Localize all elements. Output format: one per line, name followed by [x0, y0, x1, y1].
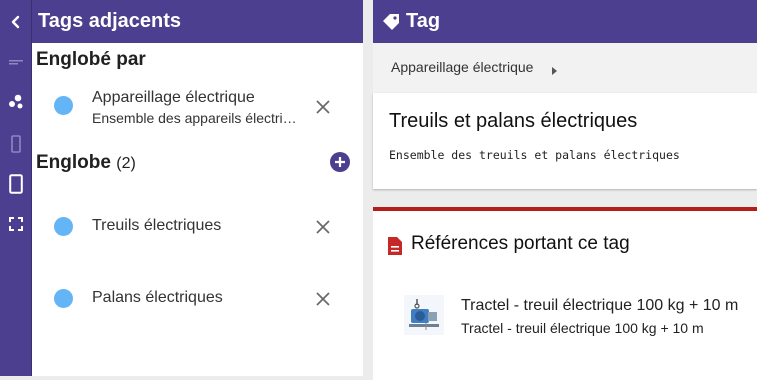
includes-count: (2) — [116, 155, 136, 172]
tag-dot-icon — [54, 289, 73, 308]
tag-icon — [381, 12, 401, 37]
close-icon[interactable] — [313, 217, 333, 237]
plus-circle-icon — [330, 152, 350, 172]
breadcrumb: Appareillage électrique — [373, 43, 757, 93]
tag-dot-icon — [54, 217, 73, 236]
chevron-right-icon — [551, 63, 559, 81]
includes-title-text: Englobe — [36, 152, 111, 173]
references-card: Références portant ce tag Tractel - treu… — [373, 207, 757, 380]
child-tag-name[interactable]: Palans électriques — [92, 289, 223, 307]
bubbles-icon[interactable] — [0, 92, 31, 112]
tag-card: Treuils et palans électriques Ensemble d… — [373, 93, 757, 189]
tag-name: Treuils et palans électriques — [389, 110, 638, 132]
parent-tag-description: Ensemble des appareils électriques — [92, 110, 300, 126]
add-child-tag-button[interactable] — [330, 152, 350, 172]
included-by-title: Englobé par — [36, 49, 146, 70]
reference-name[interactable]: Tractel - treuil électrique 100 kg + 10 … — [461, 297, 738, 315]
tablet-icon[interactable] — [0, 173, 31, 195]
phone-outline-icon[interactable] — [0, 134, 31, 154]
minus-icon[interactable] — [0, 57, 31, 67]
tag-panel-title: Tag — [406, 10, 441, 32]
child-tag-name[interactable]: Treuils électriques — [92, 217, 221, 235]
parent-tag-name[interactable]: Appareillage électrique — [92, 89, 255, 107]
product-thumbnail — [404, 295, 444, 335]
chevron-left-icon[interactable] — [0, 12, 31, 32]
adjacent-tags-panel: Tags adjacents Englobé par Appareillage … — [32, 0, 363, 376]
panel-header: Tags adjacents — [32, 0, 363, 43]
tag-description: Ensemble des treuils et palans électriqu… — [389, 148, 680, 162]
includes-title: Englobe (2) — [36, 152, 136, 174]
tag-dot-icon — [54, 96, 73, 115]
breadcrumb-item[interactable]: Appareillage électrique — [391, 59, 533, 75]
icon-rail — [0, 0, 32, 376]
close-icon[interactable] — [313, 289, 333, 309]
tag-panel-header: Tag — [373, 0, 757, 43]
panel-title: Tags adjacents — [38, 10, 182, 32]
document-icon — [387, 236, 403, 261]
references-title: Références portant ce tag — [411, 233, 630, 254]
fullscreen-icon[interactable] — [0, 215, 31, 233]
panel-divider — [363, 0, 373, 376]
reference-description: Tractel - treuil électrique 100 kg + 10 … — [461, 320, 704, 336]
close-icon[interactable] — [313, 97, 333, 117]
